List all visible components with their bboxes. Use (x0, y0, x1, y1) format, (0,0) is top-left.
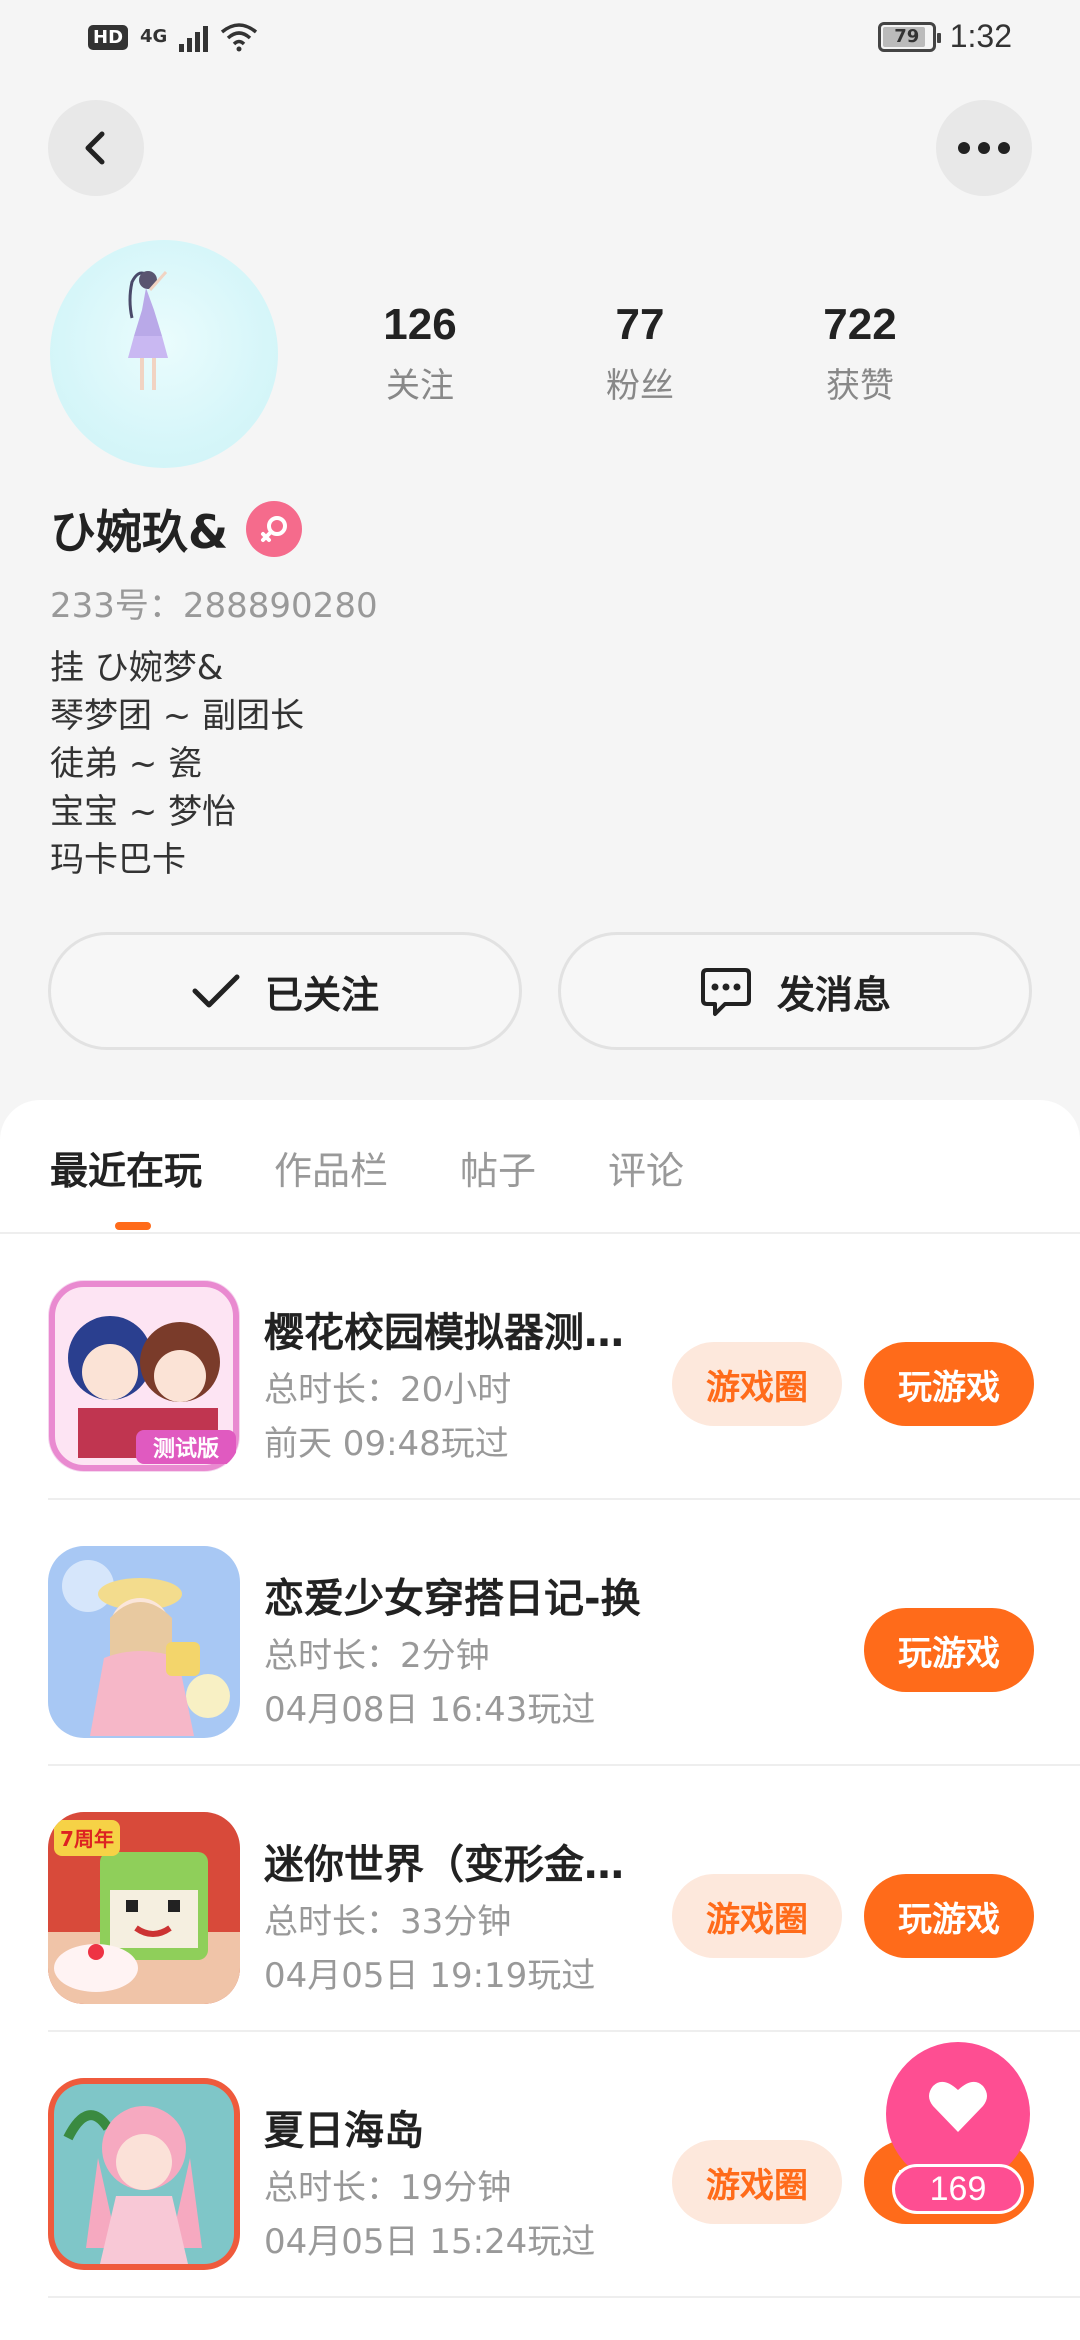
send-message-label: 发消息 (776, 972, 891, 1017)
game-item[interactable]: 7周年 迷你世界（变形金… 总时长：33分钟 04月05日 19:19玩过 游戏… (48, 1766, 1080, 2032)
game-duration: 总时长：2分钟 (264, 1636, 490, 1676)
bio-line: 琴梦团 ~ 副团长 (50, 696, 305, 736)
game-circle-button[interactable]: 游戏圈 (672, 2140, 842, 2224)
following-label: 关注 (386, 366, 454, 406)
avatar[interactable] (50, 240, 278, 468)
more-button[interactable] (936, 100, 1032, 196)
hd-badge: HD (88, 24, 129, 50)
play-game-button[interactable]: 玩游戏 (864, 1874, 1034, 1958)
game-title: 夏日海岛 (264, 2108, 424, 2154)
status-left: HD 4G (88, 22, 258, 52)
followed-button[interactable]: 已关注 (48, 932, 522, 1050)
tab-works[interactable]: 作品栏 (274, 1140, 388, 1195)
game-last-played: 前天 09:48玩过 (264, 1424, 509, 1464)
female-gender-icon (246, 501, 303, 557)
following-stat[interactable]: 126 关注 (330, 300, 510, 407)
game-last-played: 04月08日 16:43玩过 (264, 1690, 596, 1730)
heart-icon (929, 2081, 987, 2132)
game-icon-badge: 7周年 (60, 1827, 114, 1851)
avatar-character-image (128, 271, 168, 390)
followers-label: 粉丝 (606, 366, 674, 406)
bio-line: 挂 ひ婉梦& (50, 648, 224, 688)
game-info: 樱花校园模拟器测… 总时长：20小时 前天 09:48玩过 (264, 1300, 664, 1466)
game-duration: 总时长：19分钟 (264, 2168, 512, 2208)
followers-stat[interactable]: 77 粉丝 (550, 300, 730, 407)
game-title: 樱花校园模拟器测… (264, 1310, 624, 1356)
active-tab-indicator (115, 1222, 151, 1230)
following-count: 126 (383, 300, 457, 349)
tab-comments[interactable]: 评论 (608, 1140, 684, 1195)
bio-line: 玛卡巴卡 (50, 840, 186, 880)
game-last-played: 04月05日 19:19玩过 (264, 1956, 596, 1996)
game-info: 夏日海岛 总时长：19分钟 04月05日 15:24玩过 (264, 2098, 664, 2264)
nickname: ひ婉玖& (50, 505, 229, 559)
game-icon[interactable] (48, 1546, 240, 1738)
name-row: ひ婉玖& (50, 496, 303, 562)
play-game-button[interactable]: 玩游戏 (864, 1342, 1034, 1426)
game-icon-badge: 测试版 (153, 1437, 219, 1462)
tab-bar: 最近在玩 作品栏 帖子 评论 (50, 1140, 684, 1195)
tab-posts[interactable]: 帖子 (460, 1140, 536, 1195)
bio-line: 宝宝 ~ 梦怡 (50, 792, 237, 832)
battery-icon: 79 (877, 21, 941, 52)
game-circle-button[interactable]: 游戏圈 (672, 1342, 842, 1426)
profile-stats: 126 关注 77 粉丝 722 获赞 (330, 300, 950, 407)
followed-label: 已关注 (264, 972, 379, 1017)
signal-icon (179, 22, 209, 52)
send-message-button[interactable]: 发消息 (558, 932, 1032, 1050)
wifi-icon (221, 23, 258, 52)
network-type: 4G (140, 26, 168, 47)
check-icon (192, 974, 240, 1008)
more-dots-icon (958, 142, 1010, 154)
chat-bubble-icon (700, 968, 751, 1016)
likes-stat[interactable]: 722 获赞 (770, 300, 950, 407)
game-circle-button[interactable]: 游戏圈 (672, 1874, 842, 1958)
game-info: 恋爱少女穿搭日记-换 总时长：2分钟 04月08日 16:43玩过 (264, 1566, 664, 1732)
clock: 1:32 (949, 18, 1012, 54)
game-icon[interactable] (48, 2078, 240, 2270)
status-right: 79 1:32 (877, 18, 1012, 55)
followers-count: 77 (615, 300, 665, 349)
tab-recently-played[interactable]: 最近在玩 (50, 1140, 202, 1195)
likes-label: 获赞 (826, 366, 894, 406)
game-item[interactable]: 恋爱少女穿搭日记-换 总时长：2分钟 04月08日 16:43玩过 玩游戏 (48, 1500, 1080, 1766)
likes-count: 722 (823, 300, 897, 349)
chevron-left-icon (85, 131, 105, 165)
game-duration: 总时长：33分钟 (264, 1902, 512, 1942)
game-icon[interactable]: 测试版 (48, 1280, 240, 1472)
game-icon[interactable]: 7周年 (48, 1812, 240, 2004)
game-title: 恋爱少女穿搭日记-换 (264, 1576, 641, 1622)
game-title: 迷你世界（变形金… (264, 1842, 624, 1888)
back-button[interactable] (48, 100, 144, 196)
bio-line: 徒弟 ~ 瓷 (50, 744, 203, 784)
play-game-button[interactable]: 玩游戏 (864, 1608, 1034, 1692)
game-item[interactable]: 测试版 樱花校园模拟器测… 总时长：20小时 前天 09:48玩过 游戏圈 玩游… (48, 1234, 1080, 1500)
game-info: 迷你世界（变形金… 总时长：33分钟 04月05日 19:19玩过 (264, 1832, 664, 1998)
user-id: 233号：288890280 (50, 586, 378, 626)
battery-level: 79 (894, 25, 920, 47)
game-last-played: 04月05日 15:24玩过 (264, 2222, 596, 2262)
game-duration: 总时长：20小时 (264, 1370, 512, 1410)
status-bar: HD 4G 79 1:32 (0, 0, 1080, 84)
like-count: 169 (892, 2164, 1024, 2214)
bio: 挂 ひ婉梦& 琴梦团 ~ 副团长 徒弟 ~ 瓷 宝宝 ~ 梦怡 玛卡巴卡 (50, 644, 304, 884)
